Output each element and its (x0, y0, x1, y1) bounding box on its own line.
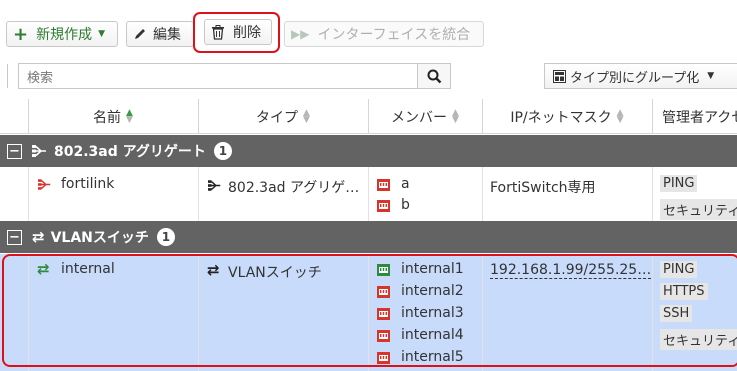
grid-icon (553, 69, 566, 83)
caret-down-icon: ▼ (98, 29, 106, 39)
member-name: b (401, 197, 410, 213)
port-down-icon (377, 200, 390, 212)
column-name-label: 名前 (93, 109, 121, 126)
search-input[interactable]: 検索 (18, 63, 418, 89)
column-admin-label: 管理者アクセス (662, 109, 737, 126)
delete-highlight-box (193, 12, 280, 53)
aggregate-type-icon (208, 180, 221, 191)
group-label: 802.3ad アグリゲート (54, 144, 206, 160)
sort-icon: ▲ ▼ (303, 107, 310, 125)
create-new-button[interactable]: + 新規作成 ▼ (6, 21, 118, 47)
pencil-icon (135, 29, 145, 39)
group-by-type-label: タイプ別にグループ化 (570, 70, 700, 86)
search-placeholder: 検索 (27, 70, 54, 86)
collapse-icon[interactable]: − (7, 143, 22, 159)
sort-icon: ▲ ▼ (616, 107, 624, 125)
group-by-type-button[interactable]: タイプ別にグループ化 ▼ (544, 63, 737, 89)
group-count-badge: 1 (156, 228, 175, 246)
toolbar: + 新規作成 ▼ 編集 削除 ▶▶ インターフェイスを統合 検索 タイプ別にグル… (0, 0, 737, 89)
search-button[interactable] (417, 63, 451, 89)
column-type-label: タイプ (256, 109, 298, 126)
column-header-members[interactable]: メンバー ▲ ▼ (368, 99, 482, 134)
combine-interfaces-label: インターフェイスを統合 (317, 27, 471, 43)
edit-button[interactable]: 編集 (126, 21, 194, 47)
aggregate-interface-icon (38, 179, 51, 190)
port-down-icon (377, 179, 390, 191)
search-icon (427, 69, 441, 83)
aggregate-icon (32, 145, 46, 157)
table-row[interactable]: fortilink 802.3ad アグリゲ… a b FortiSwitch専… (0, 167, 737, 221)
column-header-name[interactable]: 名前 ▲ ▼ (28, 99, 198, 134)
double-arrow-icon: ▶▶ (291, 27, 310, 41)
members-cell: a b (368, 167, 482, 221)
switch-icon: ⇄ (32, 228, 45, 246)
plus-icon: + (13, 23, 29, 45)
interface-type: 802.3ad アグリゲ… (228, 180, 360, 196)
group-header-aggregate[interactable]: − 802.3ad アグリゲート 1 (0, 135, 737, 167)
column-ipmask-label: IP/ネットマスク (510, 109, 612, 126)
interface-name[interactable]: fortilink (61, 176, 114, 192)
ipmask-cell: FortiSwitch専用 (482, 167, 652, 221)
selected-row-highlight-box (2, 254, 737, 367)
column-header-checkbox[interactable] (0, 99, 28, 134)
sort-icon: ▲ ▼ (126, 107, 133, 125)
collapse-icon[interactable]: − (7, 229, 22, 245)
create-new-label: 新規作成 (36, 27, 93, 43)
column-header-ipmask[interactable]: IP/ネットマスク ▲ ▼ (482, 99, 652, 134)
sort-icon: ▲ ▼ (452, 107, 459, 125)
checkbox-cell (0, 167, 28, 221)
member-name: a (401, 176, 410, 192)
column-members-label: メンバー (391, 109, 447, 126)
access-tag: PING (660, 175, 698, 192)
column-header-type[interactable]: タイプ ▲ ▼ (198, 99, 368, 134)
name-cell: fortilink (28, 167, 198, 221)
group-header-vlan-switch[interactable]: − ⇄ VLANスイッチ 1 (0, 221, 737, 253)
group-count-badge: 1 (213, 142, 232, 160)
caret-down-icon: ▼ (707, 71, 715, 81)
edit-label: 編集 (153, 27, 181, 43)
type-cell: 802.3ad アグリゲ… (198, 167, 368, 221)
column-header-admin-access[interactable]: 管理者アクセス (652, 99, 737, 134)
group-label: VLANスイッチ (50, 230, 149, 246)
table-header: 名前 ▲▼ タイプ ▲▼ メンバー ▲▼ IP/ネットマスク ▲▼ 管理者アクセ… (0, 99, 737, 134)
admin-access-cell: PING セキュリティ (652, 167, 737, 221)
toolbar-divider (7, 64, 8, 88)
ipmask-value: FortiSwitch専用 (490, 180, 596, 196)
access-tag: セキュリティ (660, 199, 737, 220)
combine-interfaces-button[interactable]: ▶▶ インターフェイスを統合 (284, 21, 484, 47)
